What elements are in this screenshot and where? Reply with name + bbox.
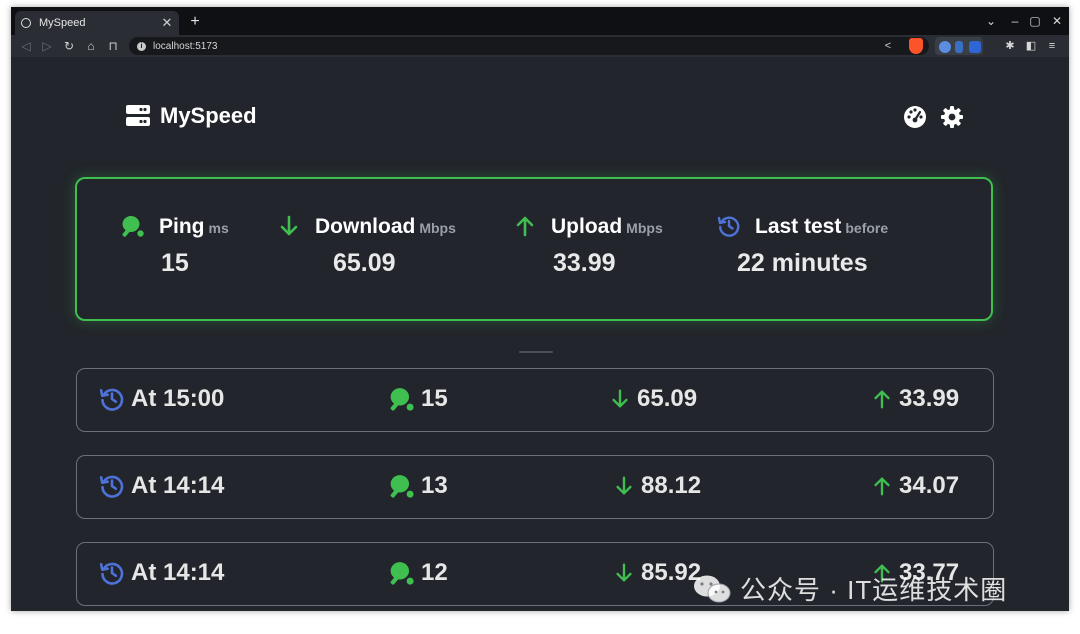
stat-download: Download Mbps 65.09 — [277, 209, 456, 278]
history-upload: 34.07 — [871, 472, 959, 500]
history-icon — [99, 475, 124, 498]
app-title: MySpeed — [160, 103, 257, 128]
history-time: At 14:14 — [99, 559, 224, 587]
address-bar[interactable]: i localhost:5173 — [129, 37, 929, 55]
tab-strip: MySpeed ✕ + ⌄ – ▢ ✕ — [11, 7, 1069, 35]
wechat-icon — [694, 575, 731, 602]
ping-pong-icon — [390, 562, 414, 585]
history-icon — [99, 388, 124, 411]
extensions-group — [935, 37, 983, 55]
history-upload-text: 34.07 — [899, 472, 960, 499]
watermark-text: 公众号 · IT运维技术圈 — [740, 575, 1008, 605]
gear-icon[interactable] — [940, 105, 964, 129]
stat-unit: Mbps — [419, 220, 456, 236]
stat-value: 22 minutes — [737, 249, 868, 277]
stat-unit: ms — [208, 220, 229, 236]
tab-close-icon[interactable]: ✕ — [159, 15, 175, 31]
bookmark-icon[interactable]: ⊓ — [104, 37, 122, 55]
history-ping: 12 — [389, 559, 448, 587]
history-icon — [717, 216, 740, 237]
play-extension-icon[interactable] — [955, 41, 963, 53]
stat-upload: Upload Mbps 33.99 — [513, 209, 663, 278]
ping-pong-icon — [390, 388, 414, 411]
tab-myspeed[interactable]: MySpeed ✕ — [15, 11, 179, 35]
history-ping-text: 15 — [421, 385, 448, 412]
drag-handle[interactable] — [519, 351, 553, 353]
home-icon[interactable]: ⌂ — [82, 37, 100, 55]
stat-value: 15 — [161, 249, 189, 277]
brand: MySpeed — [126, 103, 257, 129]
arrow-down-icon — [280, 215, 298, 236]
arrow-down-icon — [616, 563, 632, 582]
history-upload-text: 33.99 — [899, 385, 960, 412]
history-download: 65.09 — [609, 385, 697, 413]
minimize-button[interactable]: – — [1005, 12, 1025, 30]
arrow-down-icon — [612, 389, 628, 408]
share-icon[interactable]: < — [879, 37, 897, 55]
stat-ping: Ping ms 15 — [121, 209, 229, 278]
history-time: At 15:00 — [99, 385, 224, 413]
stat-label: Last test — [755, 215, 842, 238]
globe-extension-icon[interactable] — [939, 41, 951, 53]
stat-label: Download — [315, 215, 416, 238]
current-stats-panel: Ping ms 15 Download Mbps 65.09 Upload Mb… — [75, 177, 993, 321]
watermark: 公众号 · IT运维技术圈 — [692, 570, 1007, 607]
stat-label: Ping — [159, 215, 205, 238]
extensions-puzzle-icon[interactable]: ✱ — [1001, 37, 1019, 55]
stat-unit: Mbps — [626, 220, 663, 236]
bitwarden-icon[interactable] — [969, 41, 981, 53]
browser-toolbar: ◁ ▷ ↻ ⌂ ⊓ i localhost:5173 < ✱ ◧ ≡ — [11, 35, 1069, 57]
url-text: localhost:5173 — [153, 40, 218, 52]
stat-label: Upload — [551, 215, 623, 238]
history-time-text: At 15:00 — [131, 385, 225, 412]
history-time-text: At 14:14 — [131, 559, 225, 586]
stat-last-test: Last test before 22 minutes — [717, 209, 888, 278]
close-window-button[interactable]: ✕ — [1047, 12, 1067, 30]
new-tab-button[interactable]: + — [185, 12, 205, 32]
speedometer-icon[interactable] — [903, 105, 927, 129]
tab-title: MySpeed — [39, 17, 86, 29]
history-download-text: 88.12 — [641, 472, 702, 499]
back-icon[interactable]: ◁ — [17, 37, 35, 55]
sidebar-icon[interactable]: ◧ — [1022, 37, 1040, 55]
forward-icon[interactable]: ▷ — [38, 37, 56, 55]
history-time: At 14:14 — [99, 472, 224, 500]
history-row[interactable]: At 15:00 15 65.09 33.99 — [76, 368, 994, 432]
arrow-up-icon — [516, 216, 534, 237]
ping-pong-icon — [390, 475, 414, 498]
stat-unit: before — [845, 220, 889, 236]
arrow-up-icon — [874, 477, 890, 496]
stat-value: 65.09 — [333, 249, 396, 277]
history-row[interactable]: At 14:14 13 88.12 34.07 — [76, 455, 994, 519]
history-ping: 13 — [389, 472, 448, 500]
reload-icon[interactable]: ↻ — [60, 37, 78, 55]
history-download: 88.12 — [613, 472, 701, 500]
myspeed-app: MySpeed Ping ms 15 Download Mbps 65.09 U… — [11, 57, 1069, 611]
stat-value: 33.99 — [553, 249, 616, 277]
ping-pong-icon — [122, 216, 144, 237]
history-ping-text: 13 — [421, 472, 448, 499]
arrow-down-icon — [616, 476, 632, 495]
brave-shield-icon[interactable] — [909, 38, 923, 54]
favicon-icon — [21, 18, 31, 28]
tab-search-button[interactable]: ⌄ — [981, 12, 1001, 30]
history-download-text: 65.09 — [637, 385, 698, 412]
history-upload: 33.99 — [871, 385, 959, 413]
arrow-up-icon — [874, 390, 890, 409]
server-icon — [126, 105, 150, 126]
browser-window: MySpeed ✕ + ⌄ – ▢ ✕ ◁ ▷ ↻ ⌂ ⊓ i localhos… — [11, 7, 1069, 611]
menu-icon[interactable]: ≡ — [1043, 37, 1061, 55]
history-ping: 15 — [389, 385, 448, 413]
maximize-button[interactable]: ▢ — [1025, 12, 1045, 30]
history-time-text: At 14:14 — [131, 472, 225, 499]
history-download: 85.92 — [613, 559, 701, 587]
history-icon — [99, 562, 124, 585]
site-info-icon[interactable]: i — [137, 41, 146, 51]
history-ping-text: 12 — [421, 559, 448, 586]
